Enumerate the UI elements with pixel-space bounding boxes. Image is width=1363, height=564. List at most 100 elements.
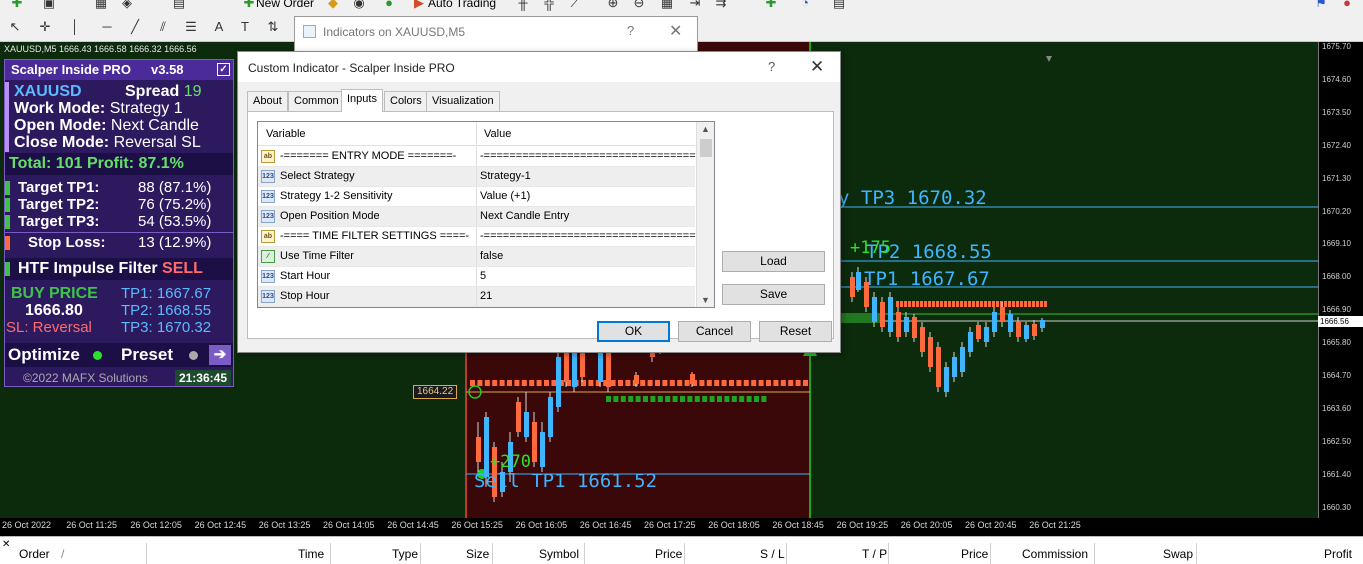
grid-scrollbar[interactable]: ▲ ▼	[696, 122, 714, 307]
close-icon[interactable]: ✕	[669, 21, 682, 41]
indicators-icon[interactable]: ✚	[762, 0, 780, 12]
templates-icon[interactable]: ▤	[830, 0, 848, 12]
value-column-header[interactable]: Value	[484, 128, 511, 140]
input-row[interactable]: ab -======= ENTRY MODE =======- -=========…	[258, 147, 706, 167]
support-dash	[657, 396, 663, 402]
support-dash	[643, 396, 648, 402]
signals-icon[interactable]: ◉	[350, 0, 368, 12]
close-terminal-icon[interactable]: ✕	[2, 539, 10, 550]
cancel-button[interactable]: Cancel	[678, 321, 751, 342]
close-icon[interactable]: ✕	[810, 57, 824, 77]
auto-trading-icon[interactable]: ▶	[410, 0, 428, 12]
tab-inputs[interactable]: Inputs	[341, 89, 383, 112]
auto-trading-button[interactable]: Auto Trading	[428, 0, 496, 10]
optimize-button[interactable]: Optimize	[8, 343, 80, 367]
resistance-dash	[1044, 301, 1047, 307]
load-button[interactable]: Load	[722, 251, 825, 272]
tab-common[interactable]: Common	[288, 91, 345, 111]
input-row[interactable]: ⁄ Use Time Filter false	[258, 247, 695, 267]
zoom-in-icon[interactable]: ⊕	[604, 0, 622, 12]
input-value[interactable]: Next Candle Entry	[480, 207, 569, 226]
help-icon[interactable]: ?	[768, 59, 775, 74]
new-chart-icon[interactable]: ✚	[8, 0, 26, 12]
order-column-header[interactable]: Order	[19, 547, 50, 561]
chart-shift-icon[interactable]: ⇥	[686, 0, 704, 12]
scroll-thumb[interactable]	[700, 139, 712, 157]
periods-icon[interactable]: ◔	[796, 0, 814, 12]
scroll-up-icon[interactable]: ▲	[701, 124, 710, 134]
new-order-button[interactable]: New Order	[256, 0, 314, 10]
ok-button[interactable]: OK	[597, 321, 670, 342]
preset-button[interactable]: Preset	[121, 343, 173, 367]
candle-body	[872, 297, 877, 322]
work-mode-label: Work Mode:	[14, 100, 106, 117]
symbol-column-header[interactable]: Symbol	[539, 547, 579, 561]
candle-body	[984, 327, 989, 342]
navigator-icon[interactable]: ◈	[118, 0, 136, 12]
time-column-header[interactable]: Time	[298, 547, 324, 561]
market-icon[interactable]: ●	[380, 0, 398, 12]
commission-column-header[interactable]: Commission	[1022, 547, 1088, 561]
column-divider	[584, 543, 585, 564]
column-divider	[420, 543, 421, 564]
input-row[interactable]: 123 Start Hour 5	[258, 267, 695, 287]
type-column-header[interactable]: Type	[392, 547, 418, 561]
scroll-down-icon[interactable]: ▼	[701, 295, 710, 305]
input-value[interactable]: -==================================-	[480, 227, 706, 246]
trendline-icon[interactable]: ╱	[126, 18, 144, 36]
profiles-icon[interactable]: ▣	[40, 0, 58, 12]
vertical-line-icon[interactable]: │	[66, 18, 84, 36]
input-value[interactable]: -==================================-	[480, 147, 706, 166]
equidistant-channel-icon[interactable]: ⫽	[154, 18, 172, 36]
line-chart-icon[interactable]: ⟋	[566, 0, 584, 12]
variable-column-header[interactable]: Variable	[266, 128, 306, 140]
input-row[interactable]: ab -==== TIME FILTER SETTINGS ====- -=====…	[258, 227, 706, 247]
price-column-header[interactable]: Price	[655, 547, 682, 561]
inputs-grid[interactable]: Variable Value ab -======= ENTRY MODE ===…	[257, 121, 715, 308]
input-value[interactable]: false	[480, 247, 503, 266]
fibonacci-icon[interactable]: ☰	[182, 18, 200, 36]
horizontal-line-icon[interactable]: ─	[98, 18, 116, 36]
arrows-icon[interactable]: ⇅	[264, 18, 282, 36]
market-watch-icon[interactable]: ▦	[92, 0, 110, 12]
input-row[interactable]: 123 Open Position Mode Next Candle Entry	[258, 207, 695, 227]
crosshair-icon[interactable]: ✛	[36, 18, 54, 36]
input-row[interactable]: 123 Strategy 1-2 Sensitivity Value (+1)	[258, 187, 695, 207]
cursor-icon[interactable]: ↖	[6, 18, 24, 36]
reset-button[interactable]: Reset	[759, 321, 832, 342]
current-price-column-header[interactable]: Price	[961, 547, 988, 561]
terminal-icon[interactable]: ▤	[170, 0, 188, 12]
time-axis[interactable]: 26 Oct 2022 26 Oct 11:25 26 Oct 12:05 26 Oc…	[0, 518, 1363, 536]
bool-type-icon: ⁄	[261, 250, 275, 263]
swap-column-header[interactable]: Swap	[1163, 547, 1193, 561]
tab-visualization[interactable]: Visualization	[426, 91, 500, 111]
zoom-out-icon[interactable]: ⊖	[630, 0, 648, 12]
input-value[interactable]: 5	[480, 267, 486, 286]
input-row[interactable]: 123 Stop Hour 21	[258, 287, 695, 307]
candlestick-icon[interactable]: ╬	[540, 0, 558, 12]
account-icon[interactable]: ●	[1338, 0, 1356, 12]
profit-column-header[interactable]: Profit	[1324, 547, 1352, 561]
search-icon[interactable]: ⚑	[1312, 0, 1330, 12]
tp-column-header[interactable]: T / P	[862, 547, 887, 561]
save-button[interactable]: Save	[722, 284, 825, 305]
price-axis[interactable]: 1675.70 1674.60 1673.50 1672.40 1671.30 1670.…	[1318, 42, 1363, 518]
help-icon[interactable]: ?	[627, 23, 634, 38]
tile-windows-icon[interactable]: ▦	[658, 0, 676, 12]
arrow-right-icon[interactable]: ➔	[209, 345, 231, 365]
input-row[interactable]: 123 Select Strategy Strategy-1	[258, 167, 695, 187]
text-label-icon[interactable]: T	[236, 18, 254, 36]
autoscroll-icon[interactable]: ⇉	[712, 0, 730, 12]
tab-colors[interactable]: Colors	[384, 91, 428, 111]
size-column-header[interactable]: Size	[466, 547, 489, 561]
input-value[interactable]: 21	[480, 287, 492, 306]
bar-chart-icon[interactable]: ╫	[514, 0, 532, 12]
tab-about[interactable]: About	[247, 91, 288, 111]
metaeditor-icon[interactable]: ◆	[324, 0, 342, 12]
text-tool-icon[interactable]: A	[210, 18, 228, 36]
support-dash	[628, 396, 634, 402]
panel-checkbox-icon[interactable]: ✓	[217, 63, 230, 76]
sl-column-header[interactable]: S / L	[760, 547, 785, 561]
input-value[interactable]: Strategy-1	[480, 167, 531, 186]
input-value[interactable]: Value (+1)	[480, 187, 530, 206]
